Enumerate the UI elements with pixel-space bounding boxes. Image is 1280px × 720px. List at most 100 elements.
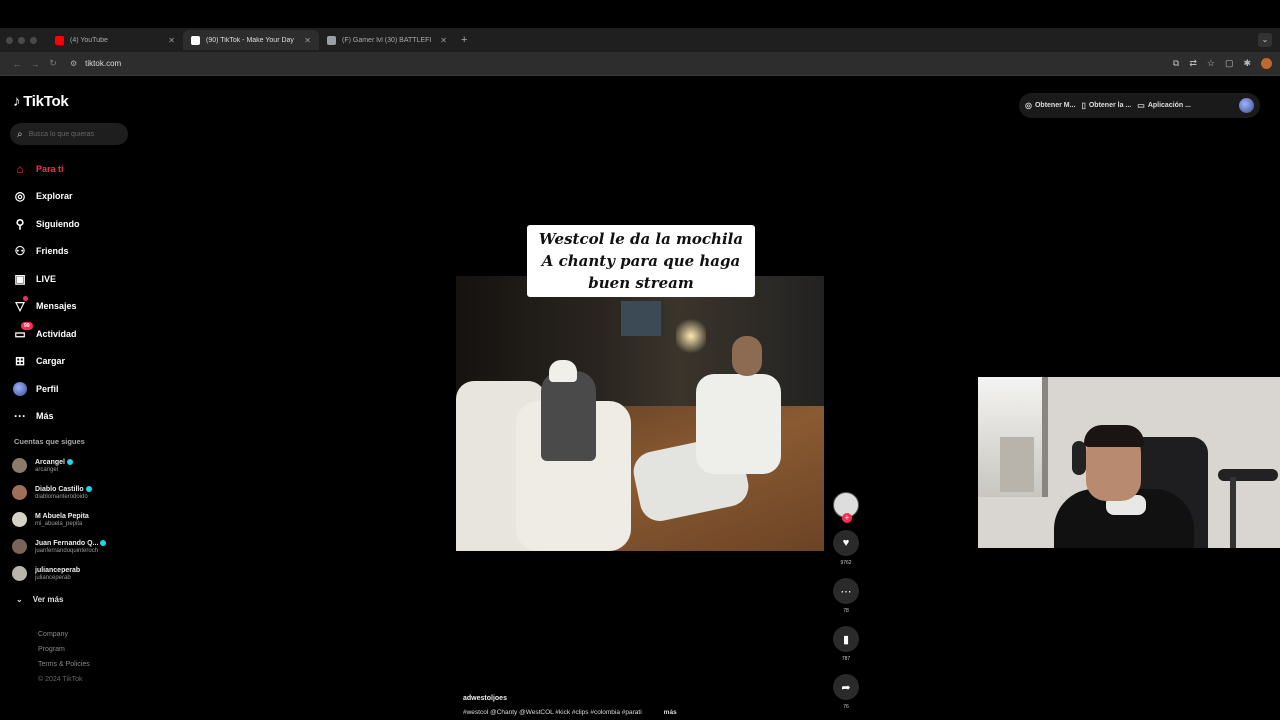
- list-item[interactable]: julianceperab julianceperab: [12, 560, 106, 587]
- share-button[interactable]: ➦: [833, 674, 859, 700]
- comment-button[interactable]: ⋯: [833, 578, 859, 604]
- heart-icon: ♥: [842, 537, 850, 549]
- video-meta: adwestoljoes #westcol @Chanty @WestCOL #…: [463, 695, 677, 716]
- cam-scene-building: [1000, 437, 1034, 492]
- sidebar-item-label: Mensajes: [36, 301, 77, 312]
- video-username[interactable]: adwestoljoes: [463, 695, 677, 702]
- close-window-icon[interactable]: [6, 36, 13, 44]
- see-more-label: Ver más: [32, 595, 64, 604]
- footer-link-company[interactable]: Company: [38, 631, 90, 642]
- account-handle: diablomanterodoido: [35, 493, 88, 500]
- close-tab-icon[interactable]: ✕: [440, 36, 447, 45]
- bookmark-star-icon[interactable]: ☆: [1207, 58, 1215, 69]
- caption-line: A chanty para que haga: [541, 252, 741, 270]
- window-controls: [6, 36, 37, 44]
- list-item[interactable]: Arcangel arcangel: [12, 452, 106, 479]
- compass-icon: ◎: [14, 189, 26, 204]
- sidebar-item-live[interactable]: ▣ LIVE: [12, 265, 80, 293]
- avatar: [12, 485, 27, 500]
- tab-tiktok[interactable]: (90) TikTok - Make Your Day ✕: [183, 30, 319, 50]
- side-panel-icon[interactable]: ▢: [1225, 58, 1234, 69]
- avatar: [12, 539, 27, 554]
- close-tab-icon[interactable]: ✕: [168, 36, 175, 45]
- creator-avatar[interactable]: +: [833, 492, 859, 523]
- sidebar-item-explorar[interactable]: ◎ Explorar: [12, 183, 80, 211]
- avatar: [12, 458, 27, 473]
- profile-avatar: [12, 381, 28, 397]
- get-app-button[interactable]: ▯ Obtener la ...: [1081, 101, 1131, 110]
- friends-icon: ⚇: [14, 244, 26, 259]
- video-scene-person-right: [696, 374, 781, 474]
- sidebar-item-cargar[interactable]: ⊞ Cargar: [12, 348, 80, 376]
- site-info-icon[interactable]: ⚙: [70, 59, 77, 68]
- list-item[interactable]: M Abuela Pepita mi_abuela_pepita: [12, 506, 106, 533]
- tiktok-logo[interactable]: ♪ TikTok: [13, 93, 69, 110]
- translate-icon[interactable]: ⇄: [1189, 58, 1197, 69]
- address-bar[interactable]: ⚙ tiktok.com: [70, 59, 121, 68]
- footer-links: Company Program Terms & Policies © 2024 …: [38, 631, 90, 687]
- minimize-window-icon[interactable]: [18, 36, 25, 44]
- search-box[interactable]: ⌕: [10, 123, 128, 145]
- back-icon[interactable]: ←: [8, 59, 26, 69]
- youtube-favicon-icon: [55, 35, 64, 45]
- sidebar-item-label: LIVE: [36, 273, 57, 284]
- account-name: M Abuela Pepita: [35, 512, 89, 520]
- user-avatar[interactable]: [1239, 98, 1254, 113]
- new-tab-button[interactable]: +: [461, 34, 467, 46]
- account-name: Diablo Castillo: [35, 485, 84, 493]
- video-scene-cap: [549, 360, 577, 382]
- tab-youtube[interactable]: (4) YouTube ✕: [47, 30, 183, 50]
- reload-icon[interactable]: ↻: [44, 58, 62, 69]
- sidebar-item-friends[interactable]: ⚇ Friends: [12, 238, 80, 266]
- cam-scene-hair: [1084, 425, 1144, 447]
- description-text: #westcol @Chanty @WestCOL #kick #clips #…: [463, 709, 642, 716]
- sidebar-item-label: Siguiendo: [36, 218, 80, 229]
- sidebar-item-siguiendo[interactable]: ⚲ Siguiendo: [12, 210, 80, 238]
- close-tab-icon[interactable]: ✕: [304, 36, 311, 45]
- video-player[interactable]: [456, 276, 824, 551]
- search-input[interactable]: [28, 130, 119, 138]
- tab-search-icon[interactable]: ⌄: [1258, 33, 1272, 47]
- pill-label: Obtener la ...: [1088, 102, 1132, 109]
- extensions-icon[interactable]: ⧉: [1173, 58, 1179, 69]
- account-handle: julianceperab: [35, 574, 71, 581]
- extension-puzzle-icon[interactable]: ✱: [1243, 58, 1251, 69]
- sidebar-item-perfil[interactable]: Perfil: [12, 375, 80, 403]
- tab-gamer[interactable]: (F) Gamer lvl (30) BATTLEFI ✕: [319, 30, 455, 50]
- browser-toolbar: ← → ↻ ⚙ tiktok.com ⧉ ⇄ ☆ ▢ ✱: [0, 52, 1280, 76]
- chevron-down-icon: ⌄: [16, 595, 23, 604]
- sidebar-item-mensajes[interactable]: ▽ Mensajes: [12, 293, 80, 321]
- list-item[interactable]: Juan Fernando Q... juanfernandoquinteroc…: [12, 533, 107, 560]
- like-button[interactable]: ♥: [833, 530, 859, 556]
- sidebar-nav: ⌂ Para ti ◎ Explorar ⚲ Siguiendo ⚇ Frien…: [12, 155, 80, 430]
- follow-plus-icon[interactable]: +: [842, 513, 852, 523]
- sidebar-item-mas[interactable]: ··· Más: [12, 403, 80, 431]
- video-scene-person-left: [541, 371, 596, 461]
- account-name: julianceperab: [35, 566, 81, 574]
- sidebar-item-label: Actividad: [36, 328, 77, 339]
- browser-profile-avatar[interactable]: [1261, 58, 1272, 69]
- activity-badge: 99: [21, 321, 33, 330]
- save-button[interactable]: ▮: [833, 626, 859, 652]
- upload-icon: ⊞: [14, 354, 26, 369]
- search-icon[interactable]: ⌕: [17, 129, 23, 140]
- unread-dot: [23, 296, 28, 302]
- following-section-title: Cuentas que sigues: [14, 437, 85, 446]
- cam-scene-headset: [1072, 441, 1086, 475]
- pill-label: Aplicación ...: [1147, 102, 1191, 109]
- maximize-window-icon[interactable]: [30, 36, 37, 44]
- more-link[interactable]: más: [664, 709, 677, 716]
- forward-icon[interactable]: →: [26, 59, 44, 69]
- list-item[interactable]: Diablo Castillo diablomanterodoido: [12, 479, 106, 506]
- caption-line: buen stream: [588, 274, 694, 292]
- see-more-button[interactable]: ⌄ Ver más: [16, 595, 63, 604]
- footer-link-terms[interactable]: Terms & Policies: [38, 661, 90, 672]
- webcam-overlay: [978, 377, 1280, 548]
- get-coins-button[interactable]: ◎ Obtener M...: [1025, 101, 1075, 110]
- desktop-app-button[interactable]: ▭ Aplicación ...: [1137, 101, 1191, 110]
- sidebar-item-label: Cargar: [36, 356, 66, 367]
- sidebar-item-para-ti[interactable]: ⌂ Para ti: [12, 155, 80, 183]
- desktop-icon: ▭: [1137, 101, 1145, 110]
- sidebar-item-actividad[interactable]: ▭ 99 Actividad: [12, 320, 80, 348]
- footer-link-program[interactable]: Program: [38, 646, 90, 657]
